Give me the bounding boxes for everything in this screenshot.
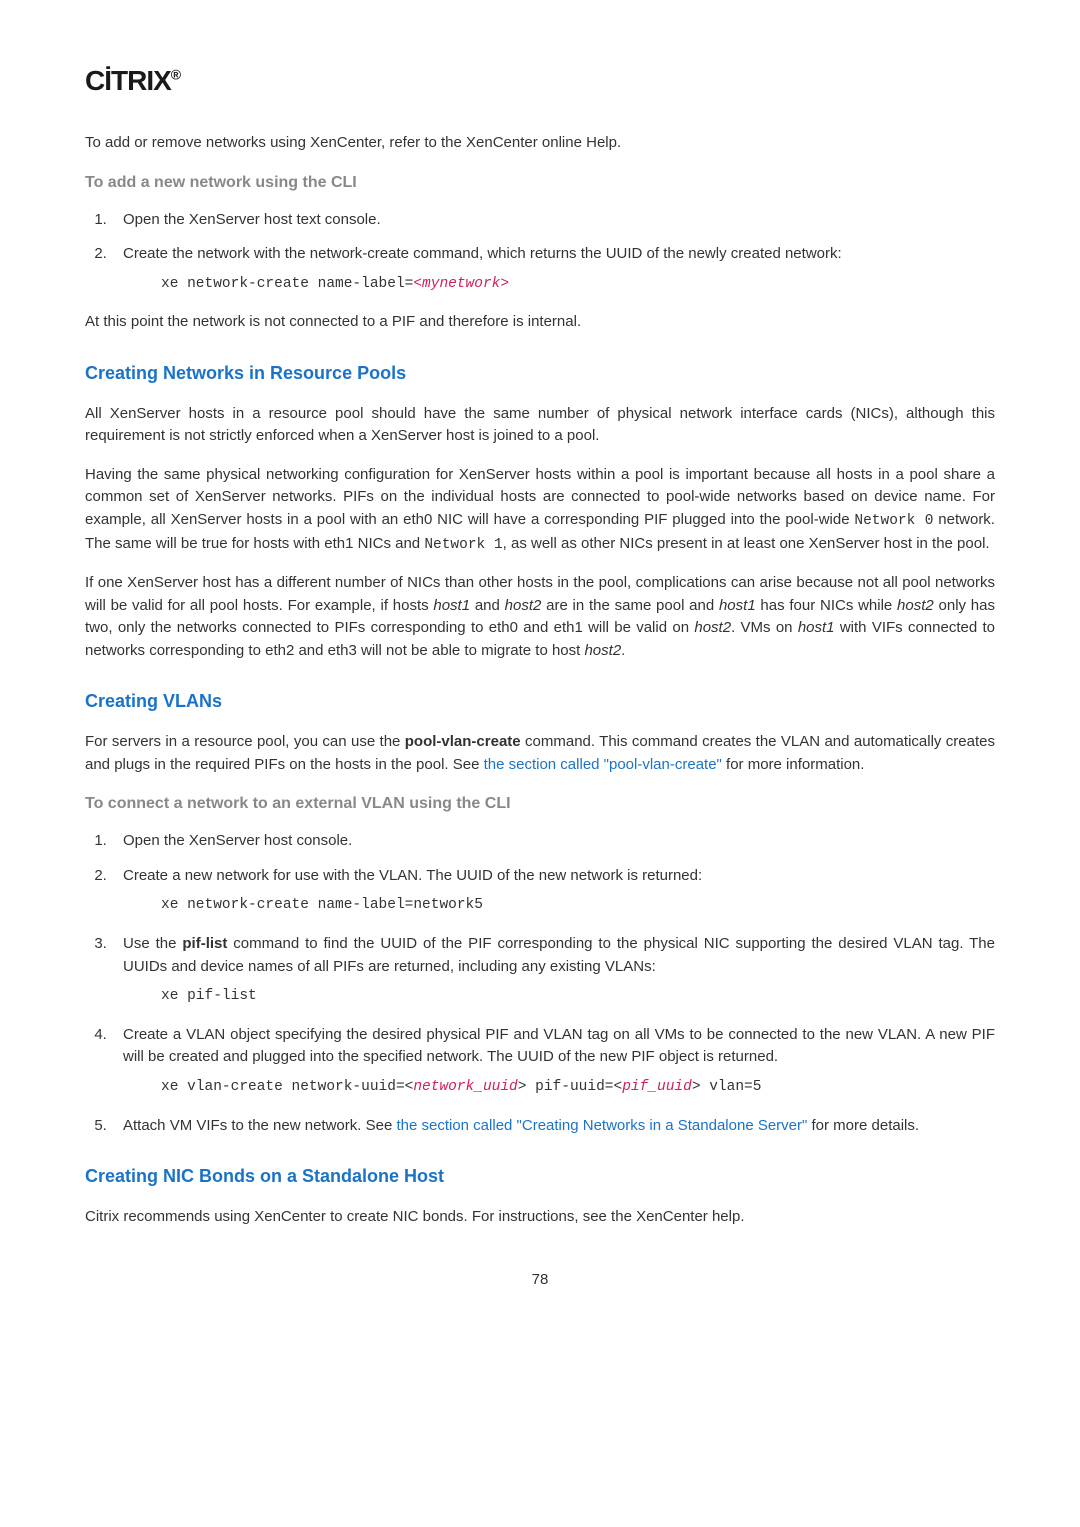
list-item: Create a VLAN object specifying the desi…: [111, 1024, 995, 1099]
intro-paragraph: To add or remove networks using XenCente…: [85, 132, 995, 155]
subheading-connect-vlan-cli: To connect a network to an external VLAN…: [85, 792, 995, 816]
add-network-steps: Open the XenServer host text console. Cr…: [111, 209, 995, 296]
heading-creating-vlans: Creating VLANs: [85, 688, 995, 715]
body-paragraph: At this point the network is not connect…: [85, 311, 995, 334]
heading-creating-networks-pools: Creating Networks in Resource Pools: [85, 360, 995, 387]
connect-vlan-steps: Open the XenServer host console. Create …: [111, 830, 995, 1137]
citrix-logo: CİTRIX®: [85, 60, 995, 102]
page-number: 78: [85, 1269, 995, 1292]
list-item: Open the XenServer host text console.: [111, 209, 995, 232]
body-paragraph: For servers in a resource pool, you can …: [85, 731, 995, 776]
heading-creating-nic-bonds: Creating NIC Bonds on a Standalone Host: [85, 1163, 995, 1190]
list-item: Open the XenServer host console.: [111, 830, 995, 853]
list-item: Create the network with the network-crea…: [111, 243, 995, 295]
body-paragraph: All XenServer hosts in a resource pool s…: [85, 403, 995, 448]
body-paragraph: If one XenServer host has a different nu…: [85, 572, 995, 662]
list-item: Attach VM VIFs to the new network. See t…: [111, 1115, 995, 1138]
subheading-add-network-cli: To add a new network using the CLI: [85, 171, 995, 195]
link-creating-networks-standalone[interactable]: the section called "Creating Networks in…: [396, 1117, 807, 1134]
body-paragraph: Citrix recommends using XenCenter to cre…: [85, 1206, 995, 1229]
code-block: xe vlan-create network-uuid=<network_uui…: [161, 1077, 995, 1099]
list-item: Use the pif-list command to find the UUI…: [111, 933, 995, 1008]
link-pool-vlan-create[interactable]: the section called "pool-vlan-create": [484, 756, 722, 773]
list-item: Create a new network for use with the VL…: [111, 865, 995, 917]
code-block: xe network-create name-label=network5: [161, 895, 995, 917]
code-block: xe network-create name-label=<mynetwork>: [161, 274, 995, 296]
code-block: xe pif-list: [161, 986, 995, 1008]
body-paragraph: Having the same physical networking conf…: [85, 464, 995, 557]
